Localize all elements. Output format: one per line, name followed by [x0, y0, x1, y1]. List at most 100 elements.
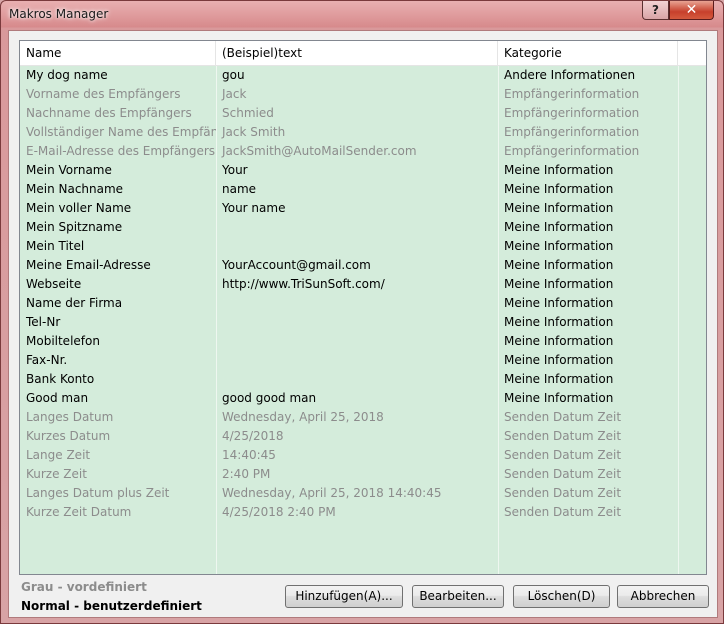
cell-category: Senden Datum Zeit — [504, 448, 622, 462]
table-row[interactable]: Vollständiger Name des Empfäng... Jack Sm… — [20, 123, 680, 142]
cell-category: Meine Information — [504, 334, 614, 348]
cell-text: 4/25/2018 2:40 PM — [222, 505, 336, 519]
cell-text: 4/25/2018 — [222, 429, 284, 443]
table-row[interactable]: Lange Zeit 14:40:45 Senden Datum Zeit — [20, 446, 680, 465]
cell-name: Kurze Zeit Datum — [26, 505, 132, 519]
cell-category: Meine Information — [504, 353, 614, 367]
cell-name: Bank Konto — [26, 372, 95, 386]
table-row[interactable]: E-Mail-Adresse des Empfängers JackSmith@A… — [20, 142, 680, 161]
cell-name: Kurze Zeit — [26, 467, 87, 481]
cell-text — [216, 218, 498, 237]
table-row[interactable]: Bank Konto Meine Information — [20, 370, 680, 389]
cell-category: Senden Datum Zeit — [504, 486, 622, 500]
cell-category: Andere Informationen — [504, 68, 636, 82]
table-row[interactable]: Kurze Zeit Datum 4/25/2018 2:40 PM Senden … — [20, 503, 680, 522]
cell-text: Wednesday, April 25, 2018 14:40:45 — [222, 486, 442, 500]
list-header: Name (Beispiel)text Kategorie — [20, 41, 706, 66]
cell-name: Vollständiger Name des Empfäng... — [26, 125, 216, 139]
cell-name: Kurzes Datum — [26, 429, 111, 443]
table-row[interactable]: Mobiltelefon Meine Information — [20, 332, 680, 351]
cell-name: Tel-Nr — [26, 315, 61, 329]
cell-text — [216, 294, 498, 313]
window-title: Makros Manager — [9, 7, 109, 21]
macro-list[interactable]: Name (Beispiel)text Kategorie My dog nam… — [19, 40, 707, 575]
cancel-button[interactable]: Abbrechen — [617, 585, 709, 608]
cell-category: Meine Information — [504, 163, 614, 177]
column-header-category[interactable]: Kategorie — [498, 41, 678, 65]
table-row[interactable]: Kurze Zeit 2:40 PM Senden Datum Zeit — [20, 465, 680, 484]
cell-text: good good man — [222, 391, 317, 405]
table-row[interactable]: Name der Firma Meine Information — [20, 294, 680, 313]
legend-gray: Grau - vordefiniert — [21, 580, 147, 594]
cell-category: Meine Information — [504, 315, 614, 329]
table-row[interactable]: Langes Datum plus Zeit Wednesday, April 2… — [20, 484, 680, 503]
cell-name: Meine Email-Adresse — [26, 258, 151, 272]
cell-category: Meine Information — [504, 296, 614, 310]
table-row[interactable]: Fax-Nr. Meine Information — [20, 351, 680, 370]
cell-name: Mein Spitzname — [26, 220, 123, 234]
cell-name: Langes Datum — [26, 410, 114, 424]
table-row[interactable]: Webseite http://www.TriSunSoft.com/Meine … — [20, 275, 680, 294]
help-button[interactable]: ? — [642, 1, 669, 20]
table-row[interactable]: Mein Nachname name Meine Information — [20, 180, 680, 199]
table-row[interactable]: Mein Titel Meine Information — [20, 237, 680, 256]
dialog-client: Name (Beispiel)text Kategorie My dog nam… — [8, 30, 718, 618]
edit-button[interactable]: Bearbeiten... — [412, 585, 504, 608]
cell-category: Meine Information — [504, 372, 614, 386]
cell-text — [216, 313, 498, 332]
table-row[interactable]: Meine Email-Adresse YourAccount@gmail.com… — [20, 256, 680, 275]
table-row[interactable]: Mein Spitzname Meine Information — [20, 218, 680, 237]
column-header-name[interactable]: Name — [20, 41, 216, 65]
cell-category: Empfängerinformation — [504, 144, 640, 158]
cell-name: Langes Datum plus Zeit — [26, 486, 170, 500]
cell-category: Senden Datum Zeit — [504, 410, 622, 424]
cell-name: Webseite — [26, 277, 82, 291]
cell-text — [216, 351, 498, 370]
cell-text: YourAccount@gmail.com — [222, 258, 371, 272]
cell-text — [216, 370, 498, 389]
close-button[interactable]: ✕ — [669, 1, 714, 20]
cell-text: Your name — [222, 201, 286, 215]
cell-text: name — [222, 182, 257, 196]
column-header-text[interactable]: (Beispiel)text — [216, 41, 498, 65]
list-body[interactable]: My dog name gou Andere Informationen Vornam… — [20, 66, 706, 574]
add-button[interactable]: Hinzufügen(A)... — [285, 585, 403, 608]
cell-name: Vorname des Empfängers — [26, 87, 181, 101]
cell-text — [216, 237, 498, 256]
delete-button[interactable]: Löschen(D) — [513, 585, 610, 608]
table-row[interactable]: Tel-Nr Meine Information — [20, 313, 680, 332]
table-row[interactable]: Mein voller Name Your name Meine Informati… — [20, 199, 680, 218]
cell-name: My dog name — [26, 68, 108, 82]
cell-category: Meine Information — [504, 239, 614, 253]
legend-normal: Normal - benutzerdefiniert — [21, 599, 202, 613]
cell-category: Empfängerinformation — [504, 106, 640, 120]
table-row[interactable]: Good man good good man Meine Information — [20, 389, 680, 408]
cell-name: Lange Zeit — [26, 448, 91, 462]
cell-category: Meine Information — [504, 391, 614, 405]
cell-name: Name der Firma — [26, 296, 123, 310]
cell-category: Meine Information — [504, 277, 614, 291]
table-row[interactable]: My dog name gou Andere Informationen — [20, 66, 680, 85]
cell-name: Mein Titel — [26, 239, 85, 253]
cell-text: http://www.TriSunSoft.com/ — [222, 277, 385, 291]
table-row[interactable]: Nachname des Empfängers Schmied Empfängeri… — [20, 104, 680, 123]
cell-category: Senden Datum Zeit — [504, 505, 622, 519]
table-row[interactable]: Kurzes Datum 4/25/2018 Senden Datum Zeit — [20, 427, 680, 446]
table-row[interactable]: Langes Datum Wednesday, April 25, 2018 Sen… — [20, 408, 680, 427]
cell-text: Your — [222, 163, 248, 177]
dialog-window: Makros Manager ? ✕ Name (Beispiel)text K… — [0, 0, 724, 624]
cell-text: Schmied — [222, 106, 274, 120]
title-bar[interactable]: Makros Manager ? ✕ — [1, 1, 723, 29]
cell-name: Mein Vorname — [26, 163, 112, 177]
cell-text: Wednesday, April 25, 2018 — [222, 410, 384, 424]
cell-category: Senden Datum Zeit — [504, 429, 622, 443]
cell-category: Meine Information — [504, 201, 614, 215]
table-row[interactable]: Vorname des Empfängers Jack Empfängerinfor… — [20, 85, 680, 104]
cell-text: JackSmith@AutoMailSender.com — [222, 144, 417, 158]
cell-category: Empfängerinformation — [504, 87, 640, 101]
cell-category: Empfängerinformation — [504, 125, 640, 139]
table-row[interactable]: Mein Vorname Your Meine Information — [20, 161, 680, 180]
cell-name: Fax-Nr. — [26, 353, 68, 367]
cell-text — [216, 332, 498, 351]
cell-text: Jack — [222, 87, 247, 101]
